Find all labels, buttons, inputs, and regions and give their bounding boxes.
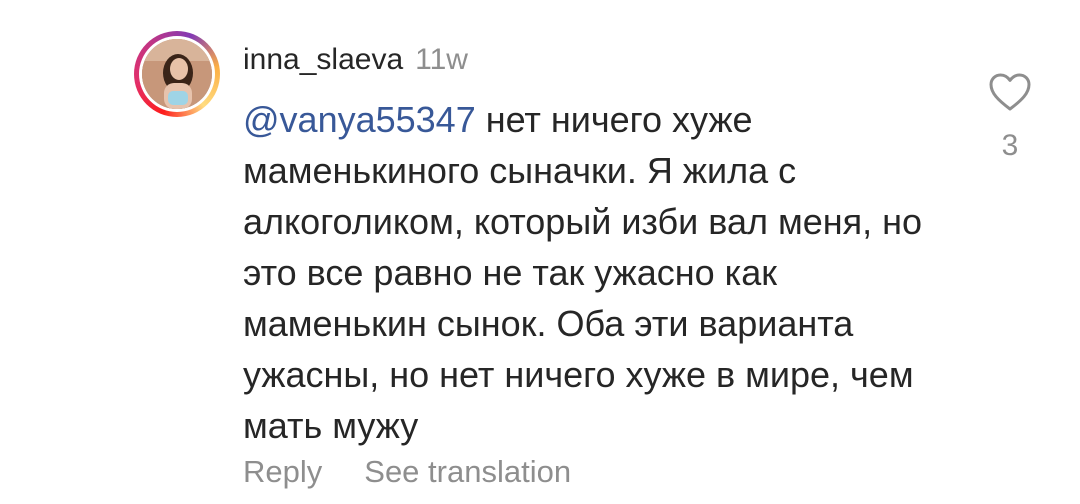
comment-header: inna_slaeva 11w xyxy=(243,40,468,80)
reply-button[interactable]: Reply xyxy=(243,454,322,489)
like-count[interactable]: 3 xyxy=(990,126,1030,166)
comment-timestamp: 11w xyxy=(415,43,468,76)
avatar-image xyxy=(142,39,212,109)
username-link[interactable]: inna_slaeva xyxy=(243,43,403,76)
comment-actions: Reply See translation xyxy=(243,452,571,492)
mention-link[interactable]: @vanya55347 xyxy=(243,99,476,140)
comment-text: нет ничего хуже маменькиного сыначки. Я … xyxy=(243,99,923,446)
like-button[interactable] xyxy=(988,72,1032,112)
comment-body: @vanya55347 нет ничего хуже маменькиного… xyxy=(243,94,943,451)
see-translation-button[interactable]: See translation xyxy=(364,454,571,489)
avatar[interactable] xyxy=(142,39,212,109)
avatar-story-ring[interactable] xyxy=(134,31,220,117)
heart-outline-icon xyxy=(989,73,1031,111)
avatar-border xyxy=(139,36,215,112)
